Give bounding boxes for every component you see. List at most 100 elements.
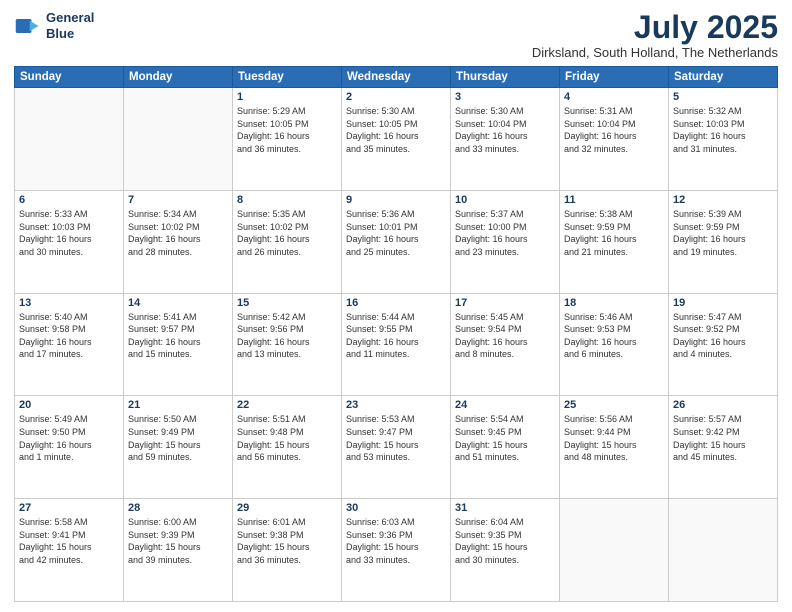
weekday-header: Monday [124,67,233,88]
calendar-cell: 21 Sunrise: 5:50 AM Sunset: 9:49 PM Dayli… [124,396,233,499]
weekday-header: Tuesday [233,67,342,88]
calendar-cell: 1 Sunrise: 5:29 AM Sunset: 10:05 PM Dayli… [233,88,342,191]
cell-info: Sunrise: 5:57 AM Sunset: 9:42 PM Dayligh… [673,413,773,463]
day-number: 18 [564,297,664,309]
day-number: 5 [673,91,773,103]
calendar-week-row: 20 Sunrise: 5:49 AM Sunset: 9:50 PM Dayli… [15,396,778,499]
calendar-cell: 9 Sunrise: 5:36 AM Sunset: 10:01 PM Dayli… [342,190,451,293]
calendar-cell: 30 Sunrise: 6:03 AM Sunset: 9:36 PM Dayli… [342,499,451,602]
weekday-header: Sunday [15,67,124,88]
cell-info: Sunrise: 5:54 AM Sunset: 9:45 PM Dayligh… [455,413,555,463]
day-number: 14 [128,297,228,309]
cell-info: Sunrise: 5:34 AM Sunset: 10:02 PM Daylig… [128,208,228,258]
day-number: 30 [346,502,446,514]
calendar-cell: 24Sunrise: 5:54 AM Sunset: 9:45 PM Dayli… [451,396,560,499]
cell-info: Sunrise: 6:00 AM Sunset: 9:39 PM Dayligh… [128,516,228,566]
day-number: 3 [455,91,555,103]
cell-info: Sunrise: 6:01 AM Sunset: 9:38 PM Dayligh… [237,516,337,566]
day-number: 21 [128,399,228,411]
day-number: 8 [237,194,337,206]
calendar-cell: 12Sunrise: 5:39 AM Sunset: 9:59 PM Dayli… [669,190,778,293]
calendar-cell [669,499,778,602]
day-number: 23 [346,399,446,411]
cell-info: Sunrise: 5:45 AM Sunset: 9:54 PM Dayligh… [455,311,555,361]
day-number: 1 [237,91,337,103]
cell-info: Sunrise: 5:42 AM Sunset: 9:56 PM Dayligh… [237,311,337,361]
calendar-cell: 8 Sunrise: 5:35 AM Sunset: 10:02 PM Dayli… [233,190,342,293]
calendar-cell: 7 Sunrise: 5:34 AM Sunset: 10:02 PM Dayli… [124,190,233,293]
calendar-cell: 14 Sunrise: 5:41 AM Sunset: 9:57 PM Dayli… [124,293,233,396]
calendar-cell: 22Sunrise: 5:51 AM Sunset: 9:48 PM Dayli… [233,396,342,499]
cell-info: Sunrise: 5:30 AM Sunset: 10:04 PM Daylig… [455,105,555,155]
cell-info: Sunrise: 5:36 AM Sunset: 10:01 PM Daylig… [346,208,446,258]
calendar-cell: 5 Sunrise: 5:32 AM Sunset: 10:03 PM Dayli… [669,88,778,191]
cell-info: Sunrise: 6:04 AM Sunset: 9:35 PM Dayligh… [455,516,555,566]
logo-icon [14,12,42,40]
cell-info: Sunrise: 5:41 AM Sunset: 9:57 PM Dayligh… [128,311,228,361]
logo-text: General Blue [46,10,94,41]
cell-info: Sunrise: 5:38 AM Sunset: 9:59 PM Dayligh… [564,208,664,258]
header: General Blue July 2025 Dirksland, South … [14,10,778,60]
calendar-cell [560,499,669,602]
cell-info: Sunrise: 5:32 AM Sunset: 10:03 PM Daylig… [673,105,773,155]
cell-info: Sunrise: 5:37 AM Sunset: 10:00 PM Daylig… [455,208,555,258]
calendar-cell: 19 Sunrise: 5:47 AM Sunset: 9:52 PM Dayli… [669,293,778,396]
day-number: 20 [19,399,119,411]
calendar-cell: 26Sunrise: 5:57 AM Sunset: 9:42 PM Dayli… [669,396,778,499]
calendar-cell: 11 Sunrise: 5:38 AM Sunset: 9:59 PM Dayli… [560,190,669,293]
calendar-week-row: 1 Sunrise: 5:29 AM Sunset: 10:05 PM Dayli… [15,88,778,191]
calendar-cell: 20 Sunrise: 5:49 AM Sunset: 9:50 PM Dayli… [15,396,124,499]
calendar-week-row: 27 Sunrise: 5:58 AM Sunset: 9:41 PM Dayli… [15,499,778,602]
calendar-cell: 13 Sunrise: 5:40 AM Sunset: 9:58 PM Dayli… [15,293,124,396]
cell-info: Sunrise: 6:03 AM Sunset: 9:36 PM Dayligh… [346,516,446,566]
calendar-cell [15,88,124,191]
month-title: July 2025 [532,10,778,45]
logo: General Blue [14,10,94,41]
cell-info: Sunrise: 5:35 AM Sunset: 10:02 PM Daylig… [237,208,337,258]
calendar-cell: 4Sunrise: 5:31 AM Sunset: 10:04 PM Dayli… [560,88,669,191]
day-number: 11 [564,194,664,206]
cell-info: Sunrise: 5:53 AM Sunset: 9:47 PM Dayligh… [346,413,446,463]
weekday-header: Thursday [451,67,560,88]
cell-info: Sunrise: 5:39 AM Sunset: 9:59 PM Dayligh… [673,208,773,258]
cell-info: Sunrise: 5:46 AM Sunset: 9:53 PM Dayligh… [564,311,664,361]
calendar-cell: 2Sunrise: 5:30 AM Sunset: 10:05 PM Dayli… [342,88,451,191]
cell-info: Sunrise: 5:31 AM Sunset: 10:04 PM Daylig… [564,105,664,155]
day-number: 15 [237,297,337,309]
day-number: 27 [19,502,119,514]
weekday-header: Saturday [669,67,778,88]
cell-info: Sunrise: 5:50 AM Sunset: 9:49 PM Dayligh… [128,413,228,463]
cell-info: Sunrise: 5:58 AM Sunset: 9:41 PM Dayligh… [19,516,119,566]
calendar-table: SundayMondayTuesdayWednesdayThursdayFrid… [14,66,778,602]
calendar-cell: 10Sunrise: 5:37 AM Sunset: 10:00 PM Dayl… [451,190,560,293]
calendar-cell: 27 Sunrise: 5:58 AM Sunset: 9:41 PM Dayli… [15,499,124,602]
calendar-cell: 29Sunrise: 6:01 AM Sunset: 9:38 PM Dayli… [233,499,342,602]
weekday-header: Friday [560,67,669,88]
calendar-cell: 3 Sunrise: 5:30 AM Sunset: 10:04 PM Dayli… [451,88,560,191]
cell-info: Sunrise: 5:33 AM Sunset: 10:03 PM Daylig… [19,208,119,258]
day-number: 9 [346,194,446,206]
day-number: 31 [455,502,555,514]
day-number: 19 [673,297,773,309]
page: General Blue July 2025 Dirksland, South … [0,0,792,612]
day-number: 13 [19,297,119,309]
calendar-cell: 6Sunrise: 5:33 AM Sunset: 10:03 PM Dayli… [15,190,124,293]
cell-info: Sunrise: 5:47 AM Sunset: 9:52 PM Dayligh… [673,311,773,361]
weekday-header-row: SundayMondayTuesdayWednesdayThursdayFrid… [15,67,778,88]
day-number: 28 [128,502,228,514]
calendar-week-row: 6Sunrise: 5:33 AM Sunset: 10:03 PM Dayli… [15,190,778,293]
cell-info: Sunrise: 5:30 AM Sunset: 10:05 PM Daylig… [346,105,446,155]
calendar-cell [124,88,233,191]
calendar-week-row: 13 Sunrise: 5:40 AM Sunset: 9:58 PM Dayli… [15,293,778,396]
location-subtitle: Dirksland, South Holland, The Netherland… [532,45,778,60]
day-number: 17 [455,297,555,309]
weekday-header: Wednesday [342,67,451,88]
title-block: July 2025 Dirksland, South Holland, The … [532,10,778,60]
day-number: 7 [128,194,228,206]
calendar-cell: 28 Sunrise: 6:00 AM Sunset: 9:39 PM Dayli… [124,499,233,602]
calendar-cell: 25Sunrise: 5:56 AM Sunset: 9:44 PM Dayli… [560,396,669,499]
cell-info: Sunrise: 5:29 AM Sunset: 10:05 PM Daylig… [237,105,337,155]
day-number: 25 [564,399,664,411]
cell-info: Sunrise: 5:49 AM Sunset: 9:50 PM Dayligh… [19,413,119,463]
cell-info: Sunrise: 5:40 AM Sunset: 9:58 PM Dayligh… [19,311,119,361]
